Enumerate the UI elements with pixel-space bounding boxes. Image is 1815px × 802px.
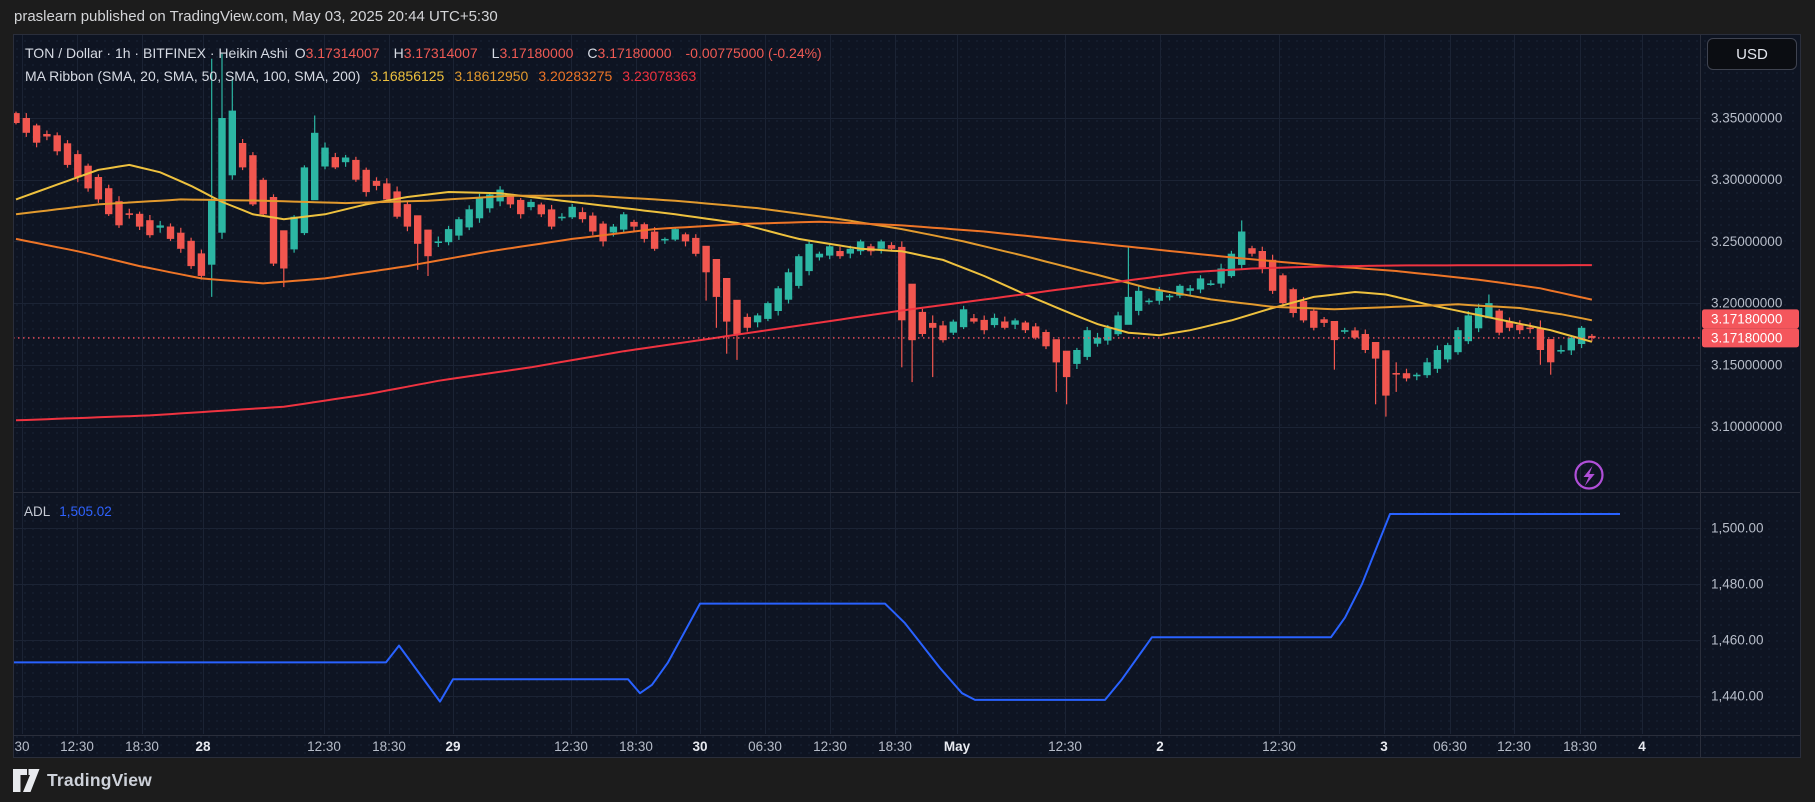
svg-text:06:30: 06:30: [748, 739, 782, 754]
indicator-header-row[interactable]: MA Ribbon (SMA, 20, SMA, 50, SMA, 100, S…: [25, 68, 706, 84]
ohlc-h: H3.17314007: [394, 45, 485, 61]
svg-text:1,500.00: 1,500.00: [1711, 521, 1764, 536]
svg-text:3.17180000: 3.17180000: [1711, 331, 1782, 346]
svg-text:18:30: 18:30: [1563, 739, 1597, 754]
svg-text:2: 2: [1156, 739, 1164, 754]
svg-text:18:30: 18:30: [372, 739, 406, 754]
svg-text:30: 30: [692, 739, 707, 754]
ohlc-o: O3.17314007: [295, 45, 387, 61]
tradingview-logo-icon[interactable]: [13, 769, 40, 792]
svg-text:30: 30: [14, 739, 29, 754]
share-bar: praslearn published on TradingView.com, …: [0, 0, 1815, 33]
svg-text:1,440.00: 1,440.00: [1711, 689, 1764, 704]
dot-grid-texture: [13, 34, 1801, 758]
svg-text:18:30: 18:30: [878, 739, 912, 754]
svg-text:3.25000000: 3.25000000: [1711, 234, 1782, 249]
svg-text:3.10000000: 3.10000000: [1711, 419, 1782, 434]
last-price-badge: 3.17180000 3.17180000: [1702, 309, 1799, 347]
svg-text:12:30: 12:30: [554, 739, 588, 754]
svg-text:12:30: 12:30: [1497, 739, 1531, 754]
chart-canvas[interactable]: 3.35000000 3.30000000 3.25000000 3.20000000…: [13, 34, 1801, 758]
svg-text:1,460.00: 1,460.00: [1711, 633, 1764, 648]
svg-text:12:30: 12:30: [307, 739, 341, 754]
ma-value-0: 3.16856125: [370, 68, 444, 84]
svg-text:3.30000000: 3.30000000: [1711, 172, 1782, 187]
ma-value-3: 3.23078363: [622, 68, 696, 84]
currency-toggle-button[interactable]: USD: [1707, 38, 1797, 70]
share-bar-text: praslearn published on TradingView.com, …: [14, 8, 498, 25]
tradingview-logo-text[interactable]: TradingView: [47, 770, 152, 791]
brand-footer: TradingView: [0, 758, 1815, 802]
adl-label: ADL: [24, 504, 50, 519]
svg-text:4: 4: [1638, 739, 1646, 754]
svg-text:18:30: 18:30: [619, 739, 653, 754]
ma-value-2: 3.20283275: [538, 68, 612, 84]
svg-text:3.17180000: 3.17180000: [1711, 312, 1782, 327]
svg-text:29: 29: [445, 739, 460, 754]
svg-text:12:30: 12:30: [60, 739, 94, 754]
svg-text:18:30: 18:30: [125, 739, 159, 754]
svg-text:3: 3: [1380, 739, 1388, 754]
ohlc-c: C3.17180000: [587, 45, 678, 61]
adl-value: 1,505.02: [59, 504, 112, 519]
symbol-title: TON / Dollar · 1h · BITFINEX · Heikin As…: [25, 45, 288, 61]
svg-text:06:30: 06:30: [1433, 739, 1467, 754]
currency-label: USD: [1736, 46, 1768, 63]
indicator-name: MA Ribbon (SMA, 20, SMA, 50, SMA, 100, S…: [25, 68, 360, 84]
svg-text:12:30: 12:30: [1048, 739, 1082, 754]
svg-text:3.20000000: 3.20000000: [1711, 296, 1782, 311]
ma-value-1: 3.18612950: [454, 68, 528, 84]
svg-text:28: 28: [195, 739, 211, 754]
symbol-header-row[interactable]: TON / Dollar · 1h · BITFINEX · Heikin As…: [25, 45, 829, 61]
svg-text:May: May: [944, 739, 971, 754]
svg-text:3.35000000: 3.35000000: [1711, 111, 1782, 126]
adl-indicator-row[interactable]: ADL 1,505.02: [24, 504, 112, 519]
ohlc-l: L3.17180000: [492, 45, 581, 61]
svg-text:12:30: 12:30: [813, 739, 847, 754]
svg-text:1,480.00: 1,480.00: [1711, 577, 1764, 592]
svg-text:3.15000000: 3.15000000: [1711, 357, 1782, 372]
svg-text:12:30: 12:30: [1262, 739, 1296, 754]
tradingview-snapshot: praslearn published on TradingView.com, …: [0, 0, 1815, 802]
price-change: -0.00775000 (-0.24%): [686, 45, 822, 61]
